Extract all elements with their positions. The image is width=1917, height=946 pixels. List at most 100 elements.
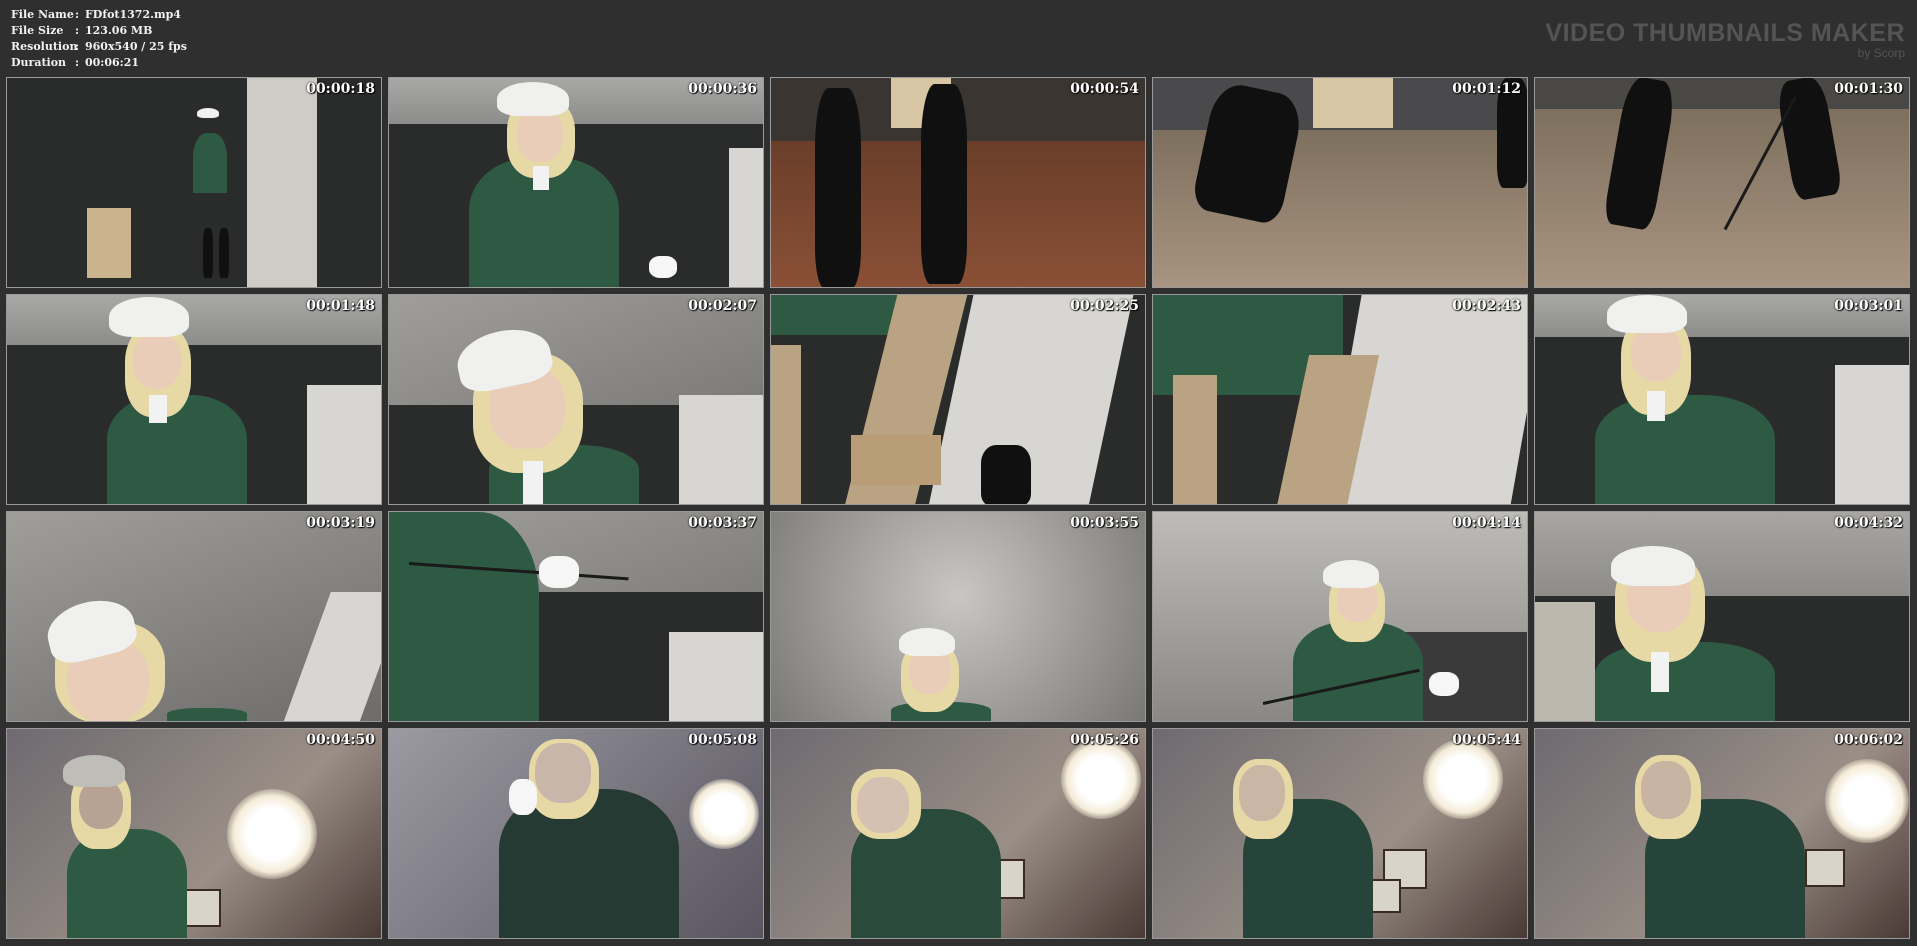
file-info: File Name : FDfot1372.mp4 File Size : 12… bbox=[11, 7, 187, 71]
thumbnail-timestamp: 00:04:14 bbox=[1452, 515, 1521, 531]
thumbnail[interactable]: 00:04:14 bbox=[1152, 511, 1528, 722]
figure-jacket bbox=[193, 133, 227, 193]
scene-lamp bbox=[1423, 739, 1503, 819]
duration-row: Duration : 00:06:21 bbox=[11, 55, 187, 71]
figure-glove bbox=[509, 779, 537, 815]
brand-logo: VIDEO THUMBNAILS MAKER by Scorp bbox=[1545, 20, 1905, 60]
thumbnail[interactable]: 00:04:32 bbox=[1534, 511, 1910, 722]
thumbnail-timestamp: 00:06:02 bbox=[1834, 732, 1903, 748]
resolution-label: Resolution bbox=[11, 40, 78, 53]
thumbnail[interactable]: 00:00:54 bbox=[770, 77, 1146, 288]
thumbnail[interactable]: 00:00:36 bbox=[388, 77, 764, 288]
file-name-row: File Name : FDfot1372.mp4 bbox=[11, 7, 187, 23]
file-name-value: FDfot1372.mp4 bbox=[85, 8, 181, 21]
duration-label: Duration bbox=[11, 56, 67, 69]
brand-subtitle: by Scorp bbox=[1857, 46, 1905, 60]
scene-lamp bbox=[689, 779, 759, 849]
figure-face bbox=[1239, 765, 1285, 821]
figure-face bbox=[517, 108, 563, 162]
figure-shirt bbox=[523, 461, 543, 504]
thumbnail[interactable]: 00:02:07 bbox=[388, 294, 764, 505]
scene-chair bbox=[1313, 78, 1393, 128]
figure-shirt bbox=[533, 166, 549, 190]
figure-glove bbox=[539, 556, 579, 588]
scene-lamp bbox=[1061, 739, 1141, 819]
figure-cap bbox=[497, 82, 569, 116]
figure-cap bbox=[899, 628, 955, 656]
figure-cap bbox=[63, 755, 125, 787]
thumbnail-timestamp: 00:02:25 bbox=[1070, 298, 1139, 314]
figure-boot bbox=[921, 84, 967, 284]
resolution-row: Resolution : 960x540 / 25 fps bbox=[11, 39, 187, 55]
scene-door bbox=[1535, 602, 1595, 721]
resolution-value: 960x540 / 25 fps bbox=[85, 40, 187, 53]
scene-chair bbox=[851, 435, 941, 485]
figure-jacket bbox=[389, 512, 539, 721]
figure-face bbox=[535, 743, 591, 803]
scene-picture-frame bbox=[1805, 849, 1845, 887]
thumbnail[interactable]: 00:03:01 bbox=[1534, 294, 1910, 505]
figure-face bbox=[1631, 325, 1681, 381]
figure-face bbox=[133, 333, 181, 389]
thumbnail[interactable]: 00:02:25 bbox=[770, 294, 1146, 505]
thumbnail-timestamp: 00:00:36 bbox=[688, 81, 757, 97]
file-name-label: File Name bbox=[11, 8, 74, 21]
figure-cap bbox=[1607, 295, 1687, 333]
thumbnail[interactable]: 00:05:08 bbox=[388, 728, 764, 939]
thumbnail[interactable]: 00:02:43 bbox=[1152, 294, 1528, 505]
separator: : bbox=[75, 40, 80, 53]
thumbnail-timestamp: 00:01:12 bbox=[1452, 81, 1521, 97]
header: File Name : FDfot1372.mp4 File Size : 12… bbox=[0, 0, 1917, 76]
thumbnail-timestamp: 00:01:30 bbox=[1834, 81, 1903, 97]
thumbnail[interactable]: 00:03:55 bbox=[770, 511, 1146, 722]
thumbnail[interactable]: 00:01:12 bbox=[1152, 77, 1528, 288]
figure-shirt bbox=[1651, 652, 1669, 692]
scene-door bbox=[1835, 365, 1909, 504]
duration-value: 00:06:21 bbox=[85, 56, 140, 69]
thumbnail-timestamp: 00:03:01 bbox=[1834, 298, 1903, 314]
figure-leg bbox=[1173, 375, 1217, 504]
scene-lamp bbox=[1825, 759, 1909, 843]
thumbnail-timestamp: 00:03:55 bbox=[1070, 515, 1139, 531]
scene-lamp bbox=[227, 789, 317, 879]
scene-door bbox=[669, 632, 763, 721]
thumbnail[interactable]: 00:01:48 bbox=[6, 294, 382, 505]
thumbnail[interactable]: 00:00:18 bbox=[6, 77, 382, 288]
thumbnail-timestamp: 00:03:37 bbox=[688, 515, 757, 531]
thumbnail-timestamp: 00:05:26 bbox=[1070, 732, 1139, 748]
figure-boot bbox=[219, 228, 229, 278]
thumbnail-timestamp: 00:00:18 bbox=[306, 81, 375, 97]
file-size-row: File Size : 123.06 MB bbox=[11, 23, 187, 39]
scene-door bbox=[729, 148, 763, 287]
thumbnail[interactable]: 00:03:37 bbox=[388, 511, 764, 722]
separator: : bbox=[75, 8, 80, 21]
scene-door bbox=[307, 385, 381, 504]
thumbnail[interactable]: 00:06:02 bbox=[1534, 728, 1910, 939]
figure-jacket bbox=[1595, 395, 1775, 504]
figure-leg bbox=[771, 345, 801, 504]
thumbnail[interactable]: 00:03:19 bbox=[6, 511, 382, 722]
separator: : bbox=[75, 56, 80, 69]
thumbnail-timestamp: 00:02:07 bbox=[688, 298, 757, 314]
figure-face bbox=[1641, 761, 1691, 819]
file-size-value: 123.06 MB bbox=[85, 24, 153, 37]
brand-title: VIDEO THUMBNAILS MAKER bbox=[1545, 19, 1905, 47]
thumbnail-timestamp: 00:05:44 bbox=[1452, 732, 1521, 748]
figure-cap bbox=[197, 108, 219, 118]
figure-shirt bbox=[149, 395, 167, 423]
figure-cap bbox=[1611, 546, 1695, 586]
figure-shirt bbox=[1647, 391, 1665, 421]
thumbnail[interactable]: 00:01:30 bbox=[1534, 77, 1910, 288]
thumbnail-timestamp: 00:04:32 bbox=[1834, 515, 1903, 531]
thumbnail[interactable]: 00:05:44 bbox=[1152, 728, 1528, 939]
thumbnail-timestamp: 00:03:19 bbox=[306, 515, 375, 531]
thumbnail[interactable]: 00:05:26 bbox=[770, 728, 1146, 939]
scene-floor bbox=[1535, 109, 1909, 287]
figure-cap bbox=[109, 297, 189, 337]
scene-door bbox=[679, 395, 763, 504]
thumbnail-timestamp: 00:00:54 bbox=[1070, 81, 1139, 97]
figure-glove bbox=[649, 256, 677, 278]
figure-boot bbox=[203, 228, 213, 278]
figure-glove bbox=[1429, 672, 1459, 696]
thumbnail[interactable]: 00:04:50 bbox=[6, 728, 382, 939]
